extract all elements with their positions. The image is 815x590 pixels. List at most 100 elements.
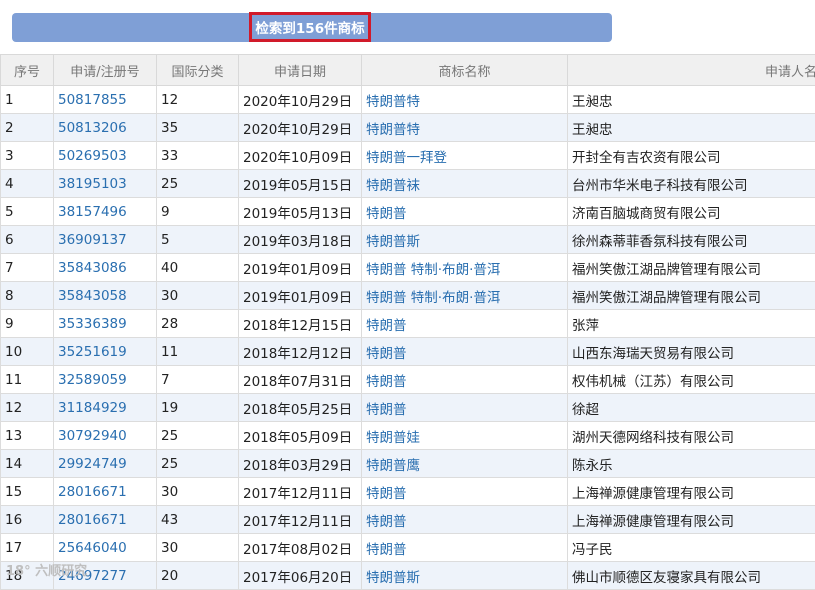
table-row[interactable]: 1231184929192018年05月25日特朗普徐超 [1,394,815,422]
cell-trademark-name-link[interactable]: 特朗普 [362,198,568,226]
column-header-reg[interactable]: 申请/注册号 [54,55,157,86]
cell-class: 7 [157,366,239,394]
cell-reg-number-link[interactable]: 35843086 [54,254,157,282]
cell-trademark-name-link[interactable]: 特朗普 特制·布朗·普洱 [362,282,568,310]
cell-class: 9 [157,198,239,226]
cell-reg-number-link[interactable]: 30792940 [54,422,157,450]
table-row[interactable]: 438195103252019年05月15日特朗普袜台州市华米电子科技有限公司 [1,170,815,198]
top-toolbar: 检索到156件商标 [0,0,815,54]
cell-no: 11 [1,366,54,394]
cell-trademark-name-link[interactable]: 特朗普一拜登 [362,142,568,170]
cell-reg-number-link[interactable]: 50817855 [54,86,157,114]
cell-reg-number-link[interactable]: 38195103 [54,170,157,198]
cell-trademark-name-link[interactable]: 特朗普 [362,506,568,534]
cell-trademark-name-link[interactable]: 特朗普鹰 [362,450,568,478]
cell-reg-number-link[interactable]: 50813206 [54,114,157,142]
table-row[interactable]: 1528016671302017年12月11日特朗普上海禅源健康管理有限公司 [1,478,815,506]
cell-date: 2017年12月11日 [239,506,362,534]
cell-applicant: 湖州天德网络科技有限公司 [568,422,815,450]
cell-trademark-name-link[interactable]: 特朗普斯 [362,562,568,590]
trademark-results-table: 序号 申请/注册号 国际分类 申请日期 商标名称 申请人名称 150817855… [0,54,815,590]
cell-trademark-name-link[interactable]: 特朗普斯 [362,226,568,254]
cell-no: 5 [1,198,54,226]
table-row[interactable]: 113258905972018年07月31日特朗普权伟机械（江苏）有限公司 [1,366,815,394]
cell-reg-number-link[interactable]: 35336389 [54,310,157,338]
table-row[interactable]: 1725646040302017年08月02日特朗普冯子民 [1,534,815,562]
column-header-no[interactable]: 序号 [1,55,54,86]
cell-trademark-name-link[interactable]: 特朗普 [362,338,568,366]
table-row[interactable]: 935336389282018年12月15日特朗普张萍 [1,310,815,338]
cell-applicant: 佛山市顺德区友寝家具有限公司 [568,562,815,590]
cell-reg-number-link[interactable]: 36909137 [54,226,157,254]
cell-class: 20 [157,562,239,590]
cell-date: 2019年03月18日 [239,226,362,254]
cell-date: 2020年10月29日 [239,114,362,142]
table-row[interactable]: 1824697277202017年06月20日特朗普斯佛山市顺德区友寝家具有限公… [1,562,815,590]
cell-date: 2018年12月15日 [239,310,362,338]
cell-trademark-name-link[interactable]: 特朗普 [362,534,568,562]
cell-trademark-name-link[interactable]: 特朗普娃 [362,422,568,450]
table-row[interactable]: 250813206352020年10月29日特朗普特王昶忠 [1,114,815,142]
cell-trademark-name-link[interactable]: 特朗普袜 [362,170,568,198]
cell-reg-number-link[interactable]: 35843058 [54,282,157,310]
cell-reg-number-link[interactable]: 25646040 [54,534,157,562]
cell-trademark-name-link[interactable]: 特朗普 [362,394,568,422]
cell-trademark-name-link[interactable]: 特朗普 [362,478,568,506]
cell-class: 30 [157,478,239,506]
table-row[interactable]: 63690913752019年03月18日特朗普斯徐州森蒂菲香氛科技有限公司 [1,226,815,254]
cell-reg-number-link[interactable]: 38157496 [54,198,157,226]
cell-applicant: 上海禅源健康管理有限公司 [568,478,815,506]
cell-date: 2020年10月29日 [239,86,362,114]
cell-date: 2018年05月09日 [239,422,362,450]
cell-applicant: 王昶忠 [568,86,815,114]
column-header-date[interactable]: 申请日期 [239,55,362,86]
table-row[interactable]: 1628016671432017年12月11日特朗普上海禅源健康管理有限公司 [1,506,815,534]
table-row[interactable]: 1330792940252018年05月09日特朗普娃湖州天德网络科技有限公司 [1,422,815,450]
table-row[interactable]: 350269503332020年10月09日特朗普一拜登开封全有吉农资有限公司 [1,142,815,170]
cell-class: 43 [157,506,239,534]
cell-no: 12 [1,394,54,422]
cell-class: 30 [157,282,239,310]
cell-reg-number-link[interactable]: 50269503 [54,142,157,170]
column-header-class[interactable]: 国际分类 [157,55,239,86]
cell-applicant: 王昶忠 [568,114,815,142]
cell-trademark-name-link[interactable]: 特朗普 [362,310,568,338]
cell-date: 2018年05月25日 [239,394,362,422]
cell-trademark-name-link[interactable]: 特朗普 [362,366,568,394]
table-row[interactable]: 53815749692019年05月13日特朗普济南百脑城商贸有限公司 [1,198,815,226]
cell-reg-number-link[interactable]: 28016671 [54,478,157,506]
cell-no: 3 [1,142,54,170]
table-row[interactable]: 150817855122020年10月29日特朗普特王昶忠 [1,86,815,114]
table-row[interactable]: 1429924749252018年03月29日特朗普鹰陈永乐 [1,450,815,478]
cell-class: 25 [157,170,239,198]
cell-applicant: 徐超 [568,394,815,422]
cell-applicant: 权伟机械（江苏）有限公司 [568,366,815,394]
cell-date: 2017年12月11日 [239,478,362,506]
table-row[interactable]: 735843086402019年01月09日特朗普 特制·布朗·普洱福州笑傲江湖… [1,254,815,282]
cell-class: 25 [157,450,239,478]
cell-class: 35 [157,114,239,142]
cell-class: 12 [157,86,239,114]
cell-reg-number-link[interactable]: 35251619 [54,338,157,366]
column-header-name[interactable]: 商标名称 [362,55,568,86]
cell-class: 11 [157,338,239,366]
cell-applicant: 陈永乐 [568,450,815,478]
cell-class: 33 [157,142,239,170]
column-header-applicant[interactable]: 申请人名称 [568,55,815,86]
cell-applicant: 福州笑傲江湖品牌管理有限公司 [568,282,815,310]
result-count-label[interactable]: 检索到156件商标 [249,12,371,42]
table-row[interactable]: 835843058302019年01月09日特朗普 特制·布朗·普洱福州笑傲江湖… [1,282,815,310]
cell-reg-number-link[interactable]: 31184929 [54,394,157,422]
cell-no: 10 [1,338,54,366]
cell-trademark-name-link[interactable]: 特朗普 特制·布朗·普洱 [362,254,568,282]
cell-reg-number-link[interactable]: 28016671 [54,506,157,534]
cell-date: 2019年05月15日 [239,170,362,198]
cell-reg-number-link[interactable]: 29924749 [54,450,157,478]
cell-date: 2019年05月13日 [239,198,362,226]
cell-no: 8 [1,282,54,310]
cell-reg-number-link[interactable]: 32589059 [54,366,157,394]
cell-date: 2017年06月20日 [239,562,362,590]
table-row[interactable]: 1035251619112018年12月12日特朗普山西东海瑞天贸易有限公司 [1,338,815,366]
cell-trademark-name-link[interactable]: 特朗普特 [362,86,568,114]
cell-trademark-name-link[interactable]: 特朗普特 [362,114,568,142]
